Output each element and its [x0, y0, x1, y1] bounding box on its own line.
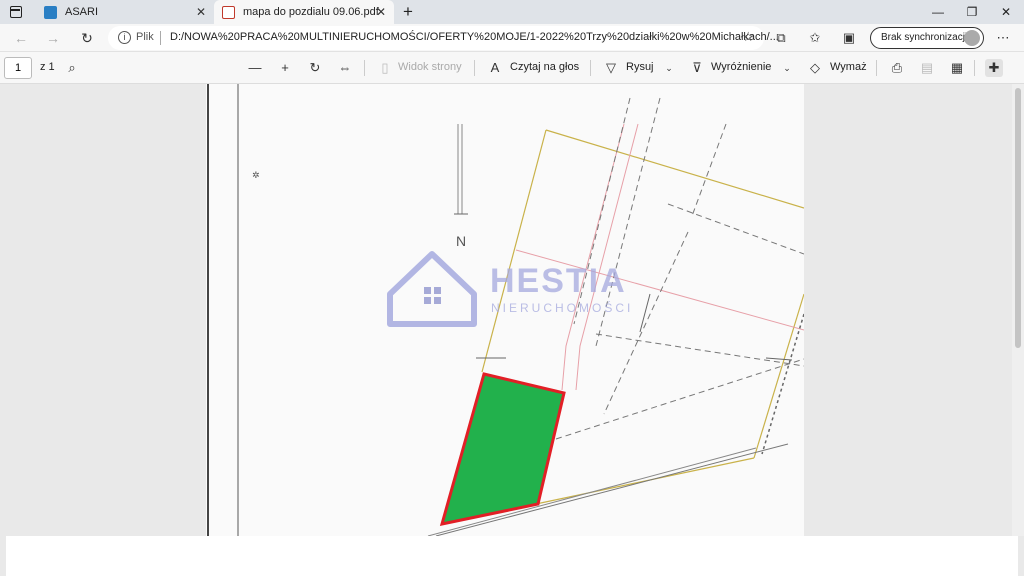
- divider: [474, 60, 475, 76]
- bottom-strip: [0, 536, 1024, 576]
- pdf-icon: [222, 5, 235, 19]
- tab-bar: ASARI ✕ mapa do pozdialu 09.06.pdf ✕ + —…: [0, 0, 1024, 24]
- close-tab-icon[interactable]: ✕: [376, 5, 386, 19]
- chevron-down-icon[interactable]: ⌄: [660, 59, 678, 77]
- tab-label: mapa do pozdialu 09.06.pdf: [243, 6, 379, 18]
- rotate-icon[interactable]: ↻: [306, 59, 324, 77]
- tab-actions-icon[interactable]: [10, 6, 22, 18]
- back-icon[interactable]: ←: [12, 29, 30, 47]
- tab-label: ASARI: [65, 6, 99, 18]
- read-aloud-icon[interactable]: A: [486, 59, 504, 77]
- close-tab-icon[interactable]: ✕: [196, 5, 206, 19]
- parcel-map: ✲ N HESTIA NIERUCHOMOŚCI: [207, 84, 804, 536]
- restore-icon[interactable]: ❐: [962, 3, 982, 21]
- scrollbar-thumb[interactable]: [1015, 88, 1021, 348]
- favorites-icon[interactable]: ✩: [806, 29, 824, 47]
- forward-icon[interactable]: →: [44, 29, 62, 47]
- pdf-toolbar: 1 z 1 ⌕ — + ↻ ⇔ ▯ Widok strony A Czytaj …: [0, 52, 1024, 84]
- pdf-page: ✲ N HESTIA NIERUCHOMOŚCI: [206, 84, 804, 536]
- svg-text:✲: ✲: [252, 171, 260, 181]
- draw-icon[interactable]: ▽: [602, 59, 620, 77]
- tab-asari[interactable]: ASARI ✕: [36, 0, 214, 24]
- extensions-icon[interactable]: ⧉: [772, 29, 790, 47]
- url-text[interactable]: D:/NOWA%20PRACA%20MULTINIERUCHOMOŚCI/OFE…: [170, 31, 779, 43]
- search-icon[interactable]: ⌕: [63, 59, 81, 77]
- divider: [590, 60, 591, 76]
- highlight-button[interactable]: Wyróżnienie: [711, 61, 771, 73]
- watermark-subtitle: NIERUCHOMOŚCI: [491, 300, 633, 315]
- page-total: z 1: [40, 61, 55, 73]
- erase-button[interactable]: Wymaż: [830, 61, 867, 73]
- page-view-button[interactable]: Widok strony: [398, 61, 462, 73]
- sync-button[interactable]: Brak synchronizacji: [870, 27, 984, 49]
- tab-pdf[interactable]: mapa do pozdialu 09.06.pdf ✕: [214, 0, 394, 24]
- zoom-in-icon[interactable]: +: [276, 59, 294, 77]
- avatar: [964, 30, 980, 46]
- save-icon[interactable]: ▤: [918, 59, 936, 77]
- url-field[interactable]: i Plik D:/NOWA%20PRACA%20MULTINIERUCHOMO…: [108, 26, 779, 50]
- pin-toolbar-icon[interactable]: ✚: [985, 59, 1003, 77]
- north-label: N: [456, 233, 466, 249]
- favorite-star-icon[interactable]: ☆: [742, 29, 754, 45]
- more-icon[interactable]: ⋯: [994, 29, 1012, 47]
- save-as-icon[interactable]: ▦: [948, 59, 966, 77]
- print-icon[interactable]: ⎙: [888, 59, 906, 77]
- eraser-icon[interactable]: ◇: [806, 59, 824, 77]
- divider: [160, 31, 161, 45]
- chevron-down-icon[interactable]: ⌄: [778, 59, 796, 77]
- fit-page-icon[interactable]: ⇔: [336, 59, 354, 77]
- page-number-input[interactable]: 1: [4, 57, 32, 79]
- info-icon[interactable]: i: [118, 31, 131, 44]
- divider: [876, 60, 877, 76]
- read-aloud-button[interactable]: Czytaj na głos: [510, 61, 579, 73]
- scheme-label: Plik: [136, 31, 154, 43]
- pdf-viewer[interactable]: ✲ N HESTIA NIERUCHOMOŚCI: [0, 84, 1024, 536]
- minimize-icon[interactable]: —: [928, 3, 948, 21]
- zoom-out-icon[interactable]: —: [246, 59, 264, 77]
- asari-favicon-icon: [44, 5, 57, 19]
- hestia-logo: HESTIA NIERUCHOMOŚCI: [387, 251, 633, 327]
- scrollbar[interactable]: [1012, 84, 1024, 536]
- watermark-title: HESTIA: [490, 262, 627, 300]
- highlight-icon[interactable]: ⊽: [688, 59, 706, 77]
- divider: [974, 60, 975, 76]
- draw-button[interactable]: Rysuj: [626, 61, 654, 73]
- new-tab-button[interactable]: +: [398, 2, 418, 22]
- collections-icon[interactable]: ▣: [840, 29, 858, 47]
- page-view-icon[interactable]: ▯: [376, 59, 394, 77]
- refresh-icon[interactable]: ↻: [78, 29, 96, 47]
- divider: [364, 60, 365, 76]
- sync-label: Brak synchronizacji: [881, 32, 968, 43]
- close-window-icon[interactable]: ✕: [996, 3, 1016, 21]
